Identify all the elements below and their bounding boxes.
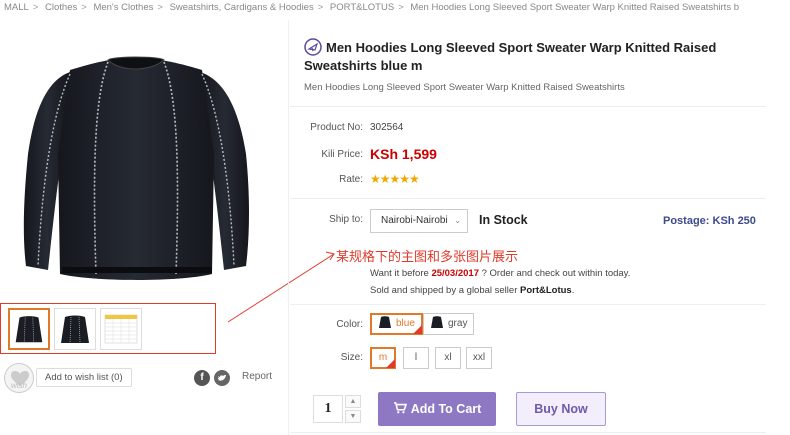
plane-icon (304, 38, 322, 56)
divider (290, 432, 766, 433)
price-value: KSh 1,599 (370, 146, 437, 162)
delivery-estimate: Want it before 25/03/2017 ? Order and ch… (370, 268, 630, 279)
product-title: Men Hoodies Long Sleeved Sport Sweater W… (304, 38, 764, 75)
sweater-swatch-icon (379, 316, 391, 328)
cart-icon (393, 402, 407, 414)
price-label: Kili Price: (321, 149, 363, 160)
size-label: Size: (340, 352, 363, 363)
quantity-input[interactable]: 1 (313, 395, 343, 423)
buy-now-button[interactable]: Buy Now (516, 392, 606, 426)
color-label: Color: (336, 319, 363, 330)
stock-status: In Stock (479, 213, 528, 227)
rating-stars-icon: ★★★★★ (370, 172, 420, 186)
divider (290, 304, 766, 305)
selected-corner-icon (412, 325, 422, 334)
product-subtitle: Men Hoodies Long Sleeved Sport Sweater W… (304, 82, 625, 93)
size-option-label: xxl (472, 352, 486, 363)
divider (290, 198, 766, 199)
seller-suffix: . (571, 285, 575, 296)
rate-label: Rate: (339, 174, 363, 185)
ship-to-select[interactable]: Nairobi-Nairobi ⌄ (370, 209, 468, 233)
seller-prefix: Sold and shipped by a global seller (370, 285, 518, 296)
quantity-increment-icon[interactable]: ▲ (345, 395, 361, 408)
delivery-date: 25/03/2017 (431, 268, 479, 279)
seller-info: Sold and shipped by a global seller Port… (370, 285, 574, 296)
color-option-label: gray (448, 318, 468, 329)
ship-to-label: Ship to: (329, 214, 363, 225)
selected-corner-icon (386, 359, 395, 368)
size-option-label: l (414, 352, 418, 363)
size-option-l[interactable]: l (403, 347, 429, 369)
divider (290, 106, 766, 107)
seller-name[interactable]: Port&Lotus (520, 285, 572, 296)
add-to-cart-label: Add To Cart (410, 402, 482, 416)
size-option-xl[interactable]: xl (435, 347, 461, 369)
panel-divider (288, 20, 289, 435)
color-option-blue[interactable]: blue (370, 313, 423, 335)
delivery-prefix: Want it before (370, 268, 429, 279)
delivery-suffix: ? Order and check out within today. (481, 268, 631, 279)
quantity-decrement-icon[interactable]: ▼ (345, 410, 361, 423)
size-option-xxl[interactable]: xxl (466, 347, 492, 369)
size-option-label: xl (444, 352, 452, 363)
postage-info: Postage: KSh 250 (663, 215, 756, 227)
annotation-note: 某规格下的主图和多张图片展示 (336, 249, 519, 264)
ship-to-value: Nairobi-Nairobi (381, 215, 448, 226)
sweater-swatch-icon (431, 316, 443, 328)
add-to-cart-button[interactable]: Add To Cart (378, 392, 496, 426)
product-no-label: Product No: (310, 122, 363, 133)
product-no-value: 302564 (370, 122, 404, 133)
color-option-gray[interactable]: gray (423, 313, 475, 335)
chevron-down-icon: ⌄ (454, 216, 461, 225)
size-option-m[interactable]: m (370, 347, 396, 369)
product-title-text: Men Hoodies Long Sleeved Sport Sweater W… (304, 40, 717, 73)
